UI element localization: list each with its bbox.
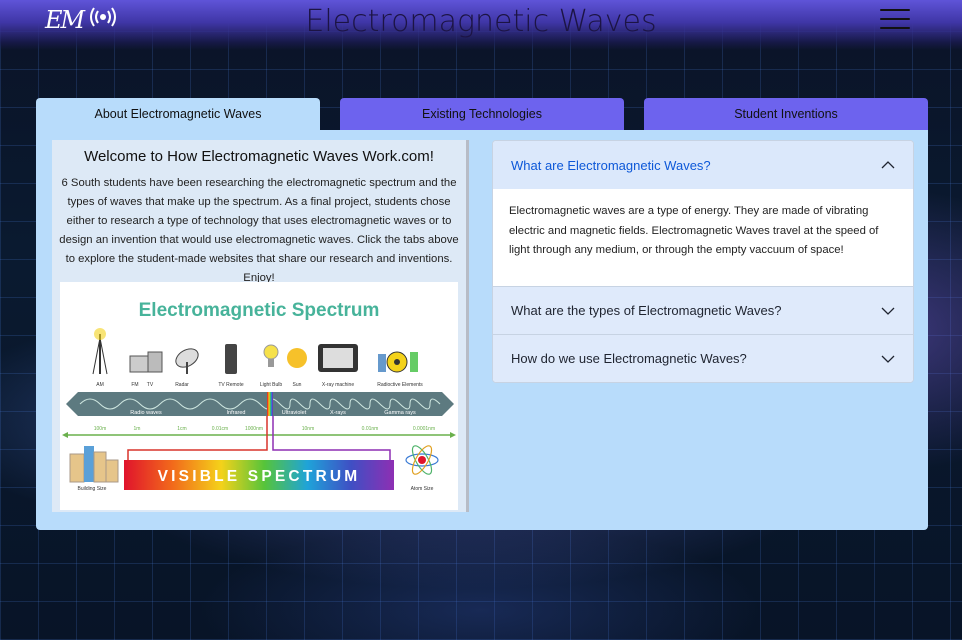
label-xray-machine: X-ray machine <box>322 382 354 388</box>
sun-icon <box>287 348 307 368</box>
label-tv-remote: TV Remote <box>218 382 244 388</box>
site-header: EM Electromagnetic Waves <box>0 0 962 50</box>
label-radioactive: Radioctive Elements <box>377 382 423 388</box>
scale-1m: 1m <box>134 426 141 432</box>
radar-dish-icon <box>175 348 199 374</box>
band-xrays: X-rays <box>330 410 346 416</box>
welcome-heading: Welcome to How Electromagnetic Waves Wor… <box>84 148 434 165</box>
accordion-question: What are the types of Electromagnetic Wa… <box>511 303 782 318</box>
tab-student-inventions[interactable]: Student Inventions <box>644 98 928 131</box>
page-title: Electromagnetic Waves <box>305 4 657 39</box>
label-am: AM <box>96 382 104 388</box>
building-icon <box>69 446 119 483</box>
accordion-body-what-are: Electromagnetic waves are a type of ener… <box>493 189 913 286</box>
label-radar: Radar <box>175 382 189 388</box>
scale-00001nm: 0.0001nm <box>413 426 435 432</box>
accordion-header-what-are[interactable]: What are Electromagnetic Waves? <box>493 141 913 189</box>
chevron-down-icon <box>881 355 895 363</box>
welcome-paragraph: 6 South students have been researching t… <box>59 177 459 284</box>
atom-size-label: Atom Size <box>411 486 434 492</box>
accordion-header-uses[interactable]: How do we use Electromagnetic Waves? <box>493 334 913 382</box>
accordion-question: What are Electromagnetic Waves? <box>511 157 711 173</box>
atom-icon <box>405 445 439 475</box>
radio-icon <box>129 355 149 373</box>
faq-accordion: What are Electromagnetic Waves? Electrom… <box>492 140 914 383</box>
scale-1cm: 1cm <box>177 426 186 432</box>
spectrum-title: Electromagnetic Spectrum <box>139 300 380 321</box>
scale-001nm: 0.01nm <box>362 426 379 432</box>
scale-10nm: 10nm <box>302 426 315 432</box>
hamburger-menu-icon[interactable] <box>880 9 910 31</box>
visible-spectrum-label: VISIBLE SPECTRUM <box>158 468 361 485</box>
chevron-down-icon <box>881 307 895 315</box>
scale-001cm: 0.01cm <box>212 426 228 432</box>
band-ultraviolet: Ultraviolet <box>282 410 307 416</box>
band-infrared: Infrared <box>227 410 246 416</box>
spectrum-image: Electromagnetic Spectrum AM FM TV Radar … <box>60 282 458 510</box>
radioactive-icon <box>386 351 408 373</box>
tab-existing-technologies[interactable]: Existing Technologies <box>340 98 624 131</box>
scale-1000nm: 1000nm <box>245 426 263 432</box>
label-light-bulb: Light Bulb <box>260 382 282 388</box>
label-fm: FM <box>131 382 138 388</box>
label-tv: TV <box>147 382 154 388</box>
tab-about[interactable]: About Electromagnetic Waves <box>36 98 320 131</box>
chevron-up-icon <box>881 161 895 169</box>
label-sun: Sun <box>293 382 302 388</box>
accordion-question: How do we use Electromagnetic Waves? <box>511 351 747 366</box>
scale-100m: 100m <box>94 426 107 432</box>
tv-icon <box>147 351 163 373</box>
band-gamma: Gamma rays <box>384 410 416 416</box>
radio-tower-icon <box>92 328 108 375</box>
welcome-card: Welcome to How Electromagnetic Waves Wor… <box>52 140 469 512</box>
light-bulb-icon <box>263 344 279 367</box>
tv-remote-icon <box>225 344 237 374</box>
band-radio: Radio waves <box>130 410 162 416</box>
building-size-label: Building Size <box>78 486 107 492</box>
accordion-header-types[interactable]: What are the types of Electromagnetic Wa… <box>493 286 913 334</box>
